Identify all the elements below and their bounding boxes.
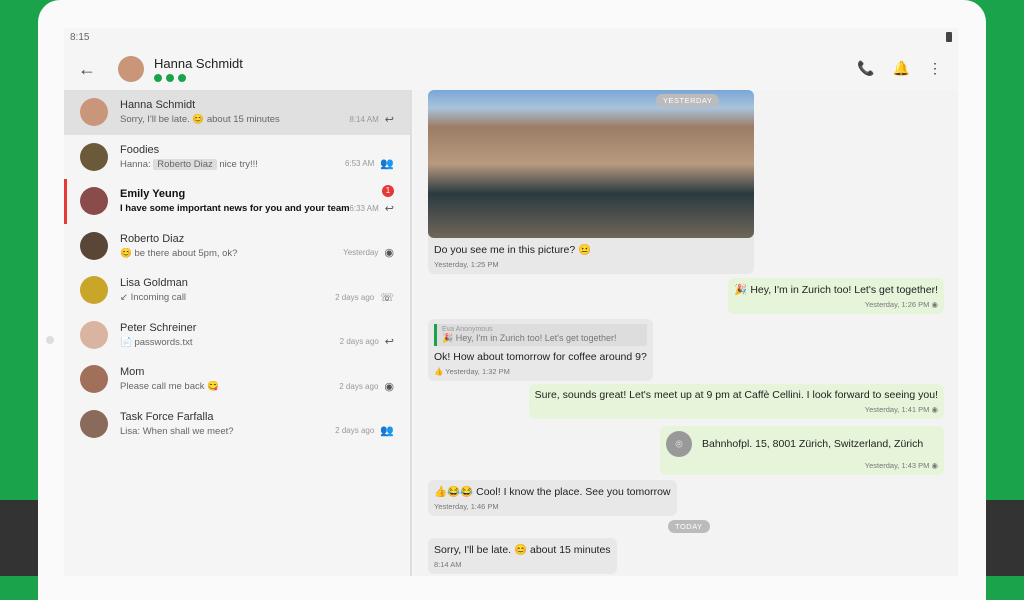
preview-text: Please call me back 😋 (120, 381, 219, 393)
group-icon: 👥 (380, 425, 394, 437)
avatar (80, 365, 108, 394)
message-text: Do you see me in this picture? 😐 (434, 244, 592, 256)
reply-icon: ↩ (384, 202, 394, 215)
message-outgoing[interactable]: Sure, sounds great! Let's meet up at 9 p… (528, 384, 944, 419)
mention: Roberto Diaz (153, 158, 217, 170)
group-icon: 👥 (380, 158, 394, 170)
more-icon[interactable]: ⋮ (928, 60, 942, 77)
message-text: Bahnhofpl. 15, 8001 Zürich, Switzerland,… (702, 437, 924, 450)
status-dots (154, 74, 243, 82)
message-time: 👍 Yesterday, 1:32 PM (434, 367, 510, 376)
chat-time: 2 days ago (339, 337, 379, 346)
battery-icon (946, 32, 952, 42)
chat-header: ← Hanna Schmidt 📞 🔔 ⋮ (64, 48, 958, 90)
message-outgoing[interactable]: 🎉 Hey, I'm in Zurich too! Let's get toge… (728, 278, 944, 314)
chat-time: 6:33 AM (349, 203, 379, 213)
message-text: Sure, sounds great! Let's meet up at 9 p… (534, 389, 938, 401)
chat-time: Yesterday (343, 248, 379, 257)
message-text: Sorry, I'll be late. 😊 about 15 minutes (434, 544, 611, 556)
chat-name: Lisa Goldman (120, 277, 188, 290)
chat-list-item[interactable]: Mom Please call me back 😋 2 days ago ◉ (64, 357, 410, 402)
message-text: Ok! How about tomorrow for coffee around… (434, 351, 647, 363)
chat-list-item[interactable]: Peter Schreiner 📄 passwords.txt 2 days ag… (64, 313, 410, 358)
message-text: 👍😂😂 Cool! I know the place. See you tomo… (434, 486, 671, 498)
message-incoming[interactable]: 👍😂😂 Cool! I know the place. See you tomo… (428, 480, 677, 516)
message-incoming[interactable]: Eva Anonymous 🎉 Hey, I'm in Zurich too! L… (428, 319, 653, 381)
chat-time: 8:14 AM (349, 114, 379, 124)
message-location[interactable]: ⌾ Bahnhofpl. 15, 8001 Zürich, Switzerland… (660, 426, 944, 475)
avatar (80, 187, 108, 216)
preview-text: ↙ Incoming call (120, 292, 187, 304)
chat-list-item[interactable]: Hanna Schmidt Sorry, I'll be late. 😊 abou… (64, 90, 410, 135)
preview-text: Lisa: When shall we meet? (120, 425, 234, 437)
call-icon[interactable]: 📞 (857, 60, 874, 77)
message-time: Yesterday, 1:26 PM ◉ (864, 300, 938, 309)
unread-badge: 1 (382, 185, 394, 197)
date-divider: TODAY (668, 520, 710, 533)
phone-icon: ☏ (380, 291, 394, 304)
preview-text: I have some important news for you and y… (120, 203, 350, 215)
bell-icon[interactable]: 🔔 (893, 60, 910, 77)
chat-name: Foodies (120, 143, 160, 156)
back-arrow-icon[interactable]: ← (78, 59, 118, 80)
avatar (80, 142, 108, 171)
chat-name: Hanna Schmidt (120, 99, 196, 112)
chat-time: 6:53 AM (344, 159, 375, 168)
eye-icon: ◉ (384, 247, 394, 259)
chat-list-item[interactable]: Roberto Diaz 😊 be there about 5pm, ok? Ye… (64, 224, 410, 269)
message-incoming[interactable]: Do you see me in this picture? 😐 Yesterd… (428, 90, 754, 274)
status-time: 8:15 (70, 32, 90, 43)
message-time: Yesterday, 1:41 PM ◉ (864, 405, 938, 414)
preview-sender: Hanna: (120, 158, 154, 170)
message-time: Yesterday, 1:43 PM ◉ (864, 461, 938, 470)
message-text: 🎉 Hey, I'm in Zurich too! Let's get toge… (734, 284, 938, 296)
message-incoming[interactable]: Sorry, I'll be late. 😊 about 15 minutes … (428, 538, 617, 574)
quote-author: Eva Anonymous (442, 326, 493, 333)
preview-text: 😊 be there about 5pm, ok? (120, 247, 238, 259)
conversation: Do you see me in this picture? 😐 Yesterd… (414, 90, 958, 576)
chat-list-item[interactable]: Emily Yeung I have some important news fo… (64, 179, 410, 224)
avatar (80, 276, 108, 305)
chat-time: 2 days ago (339, 381, 379, 391)
avatar (80, 409, 108, 438)
message-time: Yesterday, 1:25 PM (434, 260, 499, 269)
tablet-camera (46, 336, 54, 344)
photo-zurich[interactable] (428, 90, 754, 238)
location-pin-icon: ⌾ (666, 431, 692, 457)
preview-text: Sorry, I'll be late. 😊 about 15 minutes (120, 114, 280, 126)
avatar[interactable] (118, 56, 144, 82)
chat-time: 2 days ago (335, 426, 375, 435)
reply-icon: ↩ (384, 113, 394, 126)
preview-text: 📄 passwords.txt (120, 336, 193, 348)
chat-list-item[interactable]: Task Force Farfalla Lisa: When shall we m… (64, 402, 410, 447)
quote-text: 🎉 Hey, I'm in Zurich too! Let's get toge… (442, 333, 617, 343)
chat-list-item[interactable]: Lisa Goldman ↙ Incoming call 2 days ago ☏ (64, 268, 410, 313)
avatar (80, 231, 108, 260)
preview-text: nice try!!! (216, 158, 258, 170)
status-bar: 8:15 (64, 28, 958, 48)
date-divider: YESTERDAY (656, 94, 720, 107)
quoted-message[interactable]: Eva Anonymous 🎉 Hey, I'm in Zurich too! L… (434, 324, 647, 346)
app-screen: 8:15 ← Hanna Schmidt 📞 🔔 ⋮ Hanna Schmidt… (64, 28, 958, 576)
message-time: 8:14 AM (434, 560, 462, 569)
chat-name: Mom (120, 366, 145, 379)
reply-icon: ↩ (384, 336, 394, 348)
chat-name: Peter Schreiner (120, 321, 197, 334)
chat-name: Roberto Diaz (120, 232, 185, 245)
chat-list: Hanna Schmidt Sorry, I'll be late. 😊 abou… (64, 90, 412, 576)
contact-name[interactable]: Hanna Schmidt (154, 56, 243, 71)
chat-name: Task Force Farfalla (120, 410, 214, 423)
chat-list-item[interactable]: Foodies Hanna: Roberto Diaz nice try!!! 6… (64, 135, 410, 180)
chat-name: Emily Yeung (120, 188, 186, 201)
eye-icon: ◉ (384, 380, 394, 393)
chat-time: 2 days ago (335, 292, 375, 302)
message-time: Yesterday, 1:46 PM (434, 502, 499, 511)
avatar (80, 98, 108, 127)
avatar (80, 320, 108, 349)
